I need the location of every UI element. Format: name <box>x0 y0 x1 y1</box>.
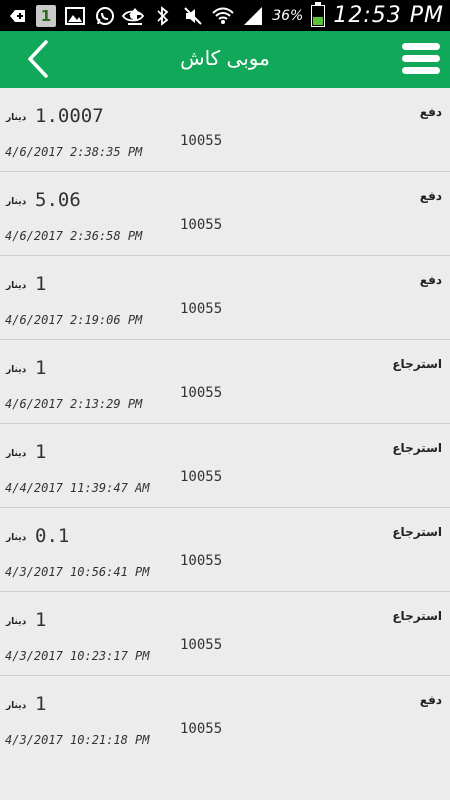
eye-icon <box>122 5 145 27</box>
transaction-code: 10055 <box>180 133 223 149</box>
transaction-currency: دینار <box>6 281 27 291</box>
transaction-type: استرجاع <box>392 441 442 455</box>
transaction-amount: 1 <box>35 273 47 295</box>
transaction-currency: دینار <box>6 197 27 207</box>
status-bar: 1 36% 12:53 PM <box>0 0 450 31</box>
add-icon <box>6 5 28 27</box>
transaction-amount: 1 <box>35 357 47 379</box>
transaction-row[interactable]: استرجاع 1 دینار 10055 4/6/2017 2:13:29 P… <box>0 340 450 424</box>
transaction-date: 4/6/2017 2:36:58 PM <box>5 229 143 243</box>
transaction-date: 4/6/2017 2:38:35 PM <box>5 145 143 159</box>
transaction-date: 4/4/2017 11:39:47 AM <box>5 481 150 495</box>
transaction-currency: دینار <box>6 617 27 627</box>
transaction-list: دفع 1.0007 دینار 10055 4/6/2017 2:38:35 … <box>0 88 450 759</box>
transaction-date: 4/6/2017 2:13:29 PM <box>5 397 143 411</box>
transaction-amount: 1 <box>35 693 47 715</box>
transaction-type: دفع <box>419 273 442 287</box>
transaction-amount: 1 <box>35 609 47 631</box>
status-bar-right: 36% 12:53 PM <box>122 0 444 31</box>
transaction-currency: دینار <box>6 533 27 543</box>
transaction-code: 10055 <box>180 553 223 569</box>
menu-icon <box>402 43 440 50</box>
transaction-row[interactable]: استرجاع 0.1 دینار 10055 4/3/2017 10:56:4… <box>0 508 450 592</box>
transaction-code: 10055 <box>180 469 223 485</box>
transaction-currency: دینار <box>6 365 27 375</box>
signal-icon <box>242 5 264 27</box>
transaction-currency: دینار <box>6 449 27 459</box>
transaction-row[interactable]: دفع 5.06 دینار 10055 4/6/2017 2:36:58 PM <box>0 172 450 256</box>
transaction-type: دفع <box>419 189 442 203</box>
bluetooth-icon <box>152 5 174 27</box>
transaction-row[interactable]: دفع 1.0007 دینار 10055 4/6/2017 2:38:35 … <box>0 88 450 172</box>
menu-button[interactable] <box>398 39 442 79</box>
wifi-icon <box>212 5 234 27</box>
transaction-row[interactable]: استرجاع 1 دینار 10055 4/4/2017 11:39:47 … <box>0 424 450 508</box>
transaction-type: استرجاع <box>392 357 442 371</box>
battery-percent: 36% <box>272 7 304 24</box>
transaction-amount: 1.0007 <box>35 105 104 127</box>
transaction-currency: دینار <box>6 701 27 711</box>
transaction-code: 10055 <box>180 637 223 653</box>
transaction-amount: 1 <box>35 441 47 463</box>
notification-one-icon: 1 <box>36 5 56 27</box>
transaction-amount: 0.1 <box>35 525 70 547</box>
transaction-date: 4/3/2017 10:21:18 PM <box>5 733 150 747</box>
transaction-date: 4/3/2017 10:23:17 PM <box>5 649 150 663</box>
transaction-code: 10055 <box>180 385 223 401</box>
transaction-type: استرجاع <box>392 525 442 539</box>
transaction-currency: دینار <box>6 113 27 123</box>
transaction-date: 4/6/2017 2:19:06 PM <box>5 313 143 327</box>
transaction-row[interactable]: استرجاع 1 دینار 10055 4/3/2017 10:23:17 … <box>0 592 450 676</box>
app-bar: موبی کاش <box>0 31 450 88</box>
battery-icon <box>311 1 326 27</box>
transaction-code: 10055 <box>180 301 223 317</box>
transaction-type: دفع <box>419 105 442 119</box>
whatsapp-icon <box>94 5 116 27</box>
transaction-row[interactable]: دفع 1 دینار 10055 4/6/2017 2:19:06 PM <box>0 256 450 340</box>
transaction-type: دفع <box>419 693 442 707</box>
transaction-row[interactable]: دفع 1 دینار 10055 4/3/2017 10:21:18 PM <box>0 676 450 759</box>
page-title: موبی کاش <box>180 46 270 70</box>
transaction-type: استرجاع <box>392 609 442 623</box>
transaction-code: 10055 <box>180 721 223 737</box>
clock: 12:53 PM <box>333 3 444 28</box>
transaction-code: 10055 <box>180 217 223 233</box>
gallery-icon <box>64 5 86 27</box>
transaction-date: 4/3/2017 10:56:41 PM <box>5 565 150 579</box>
transaction-amount: 5.06 <box>35 189 81 211</box>
mute-icon <box>182 5 204 27</box>
